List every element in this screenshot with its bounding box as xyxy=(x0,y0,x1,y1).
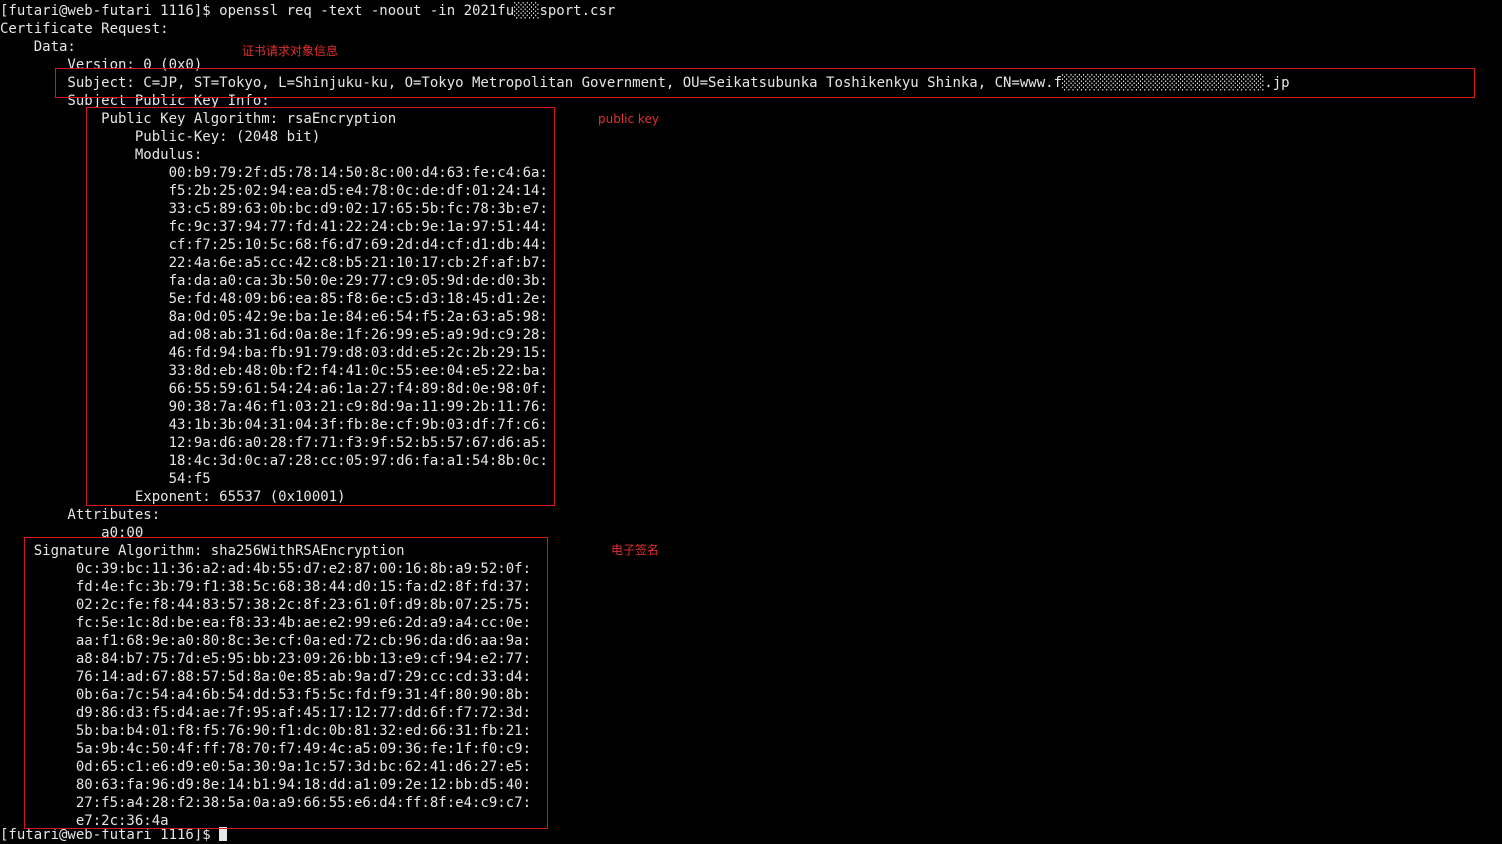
modulus-line: 18:4c:3d:0c:a7:28:cc:05:97:d6:fa:a1:54:8… xyxy=(0,453,548,469)
attributes-label: Attributes: xyxy=(0,507,161,523)
modulus-line: 33:c5:89:63:0b:bc:d9:02:17:65:5b:fc:78:3… xyxy=(0,201,548,217)
modulus-line: 22:4a:6e:a5:cc:42:c8:b5:21:10:17:cb:2f:a… xyxy=(0,255,548,271)
command-prompt-line: [futari@web-futari 1116]$ openssl req -t… xyxy=(0,3,616,19)
signature-line: fd:4e:fc:3b:79:f1:38:5c:68:38:44:d0:15:f… xyxy=(0,579,532,595)
attributes-value: a0:00 xyxy=(0,525,144,541)
terminal-window[interactable]: [futari@web-futari 1116]$ openssl req -t… xyxy=(0,0,1502,843)
subject-line: Subject: C=JP, ST=Tokyo, L=Shinjuku-ku, … xyxy=(0,75,1290,91)
modulus-line: cf:f7:25:10:5c:68:f6:d7:69:2d:d4:cf:d1:d… xyxy=(0,237,548,253)
signature-line: fc:5e:1c:8d:be:ea:f8:33:4b:ae:e2:99:e6:2… xyxy=(0,615,532,631)
final-prompt-line[interactable]: [futari@web-futari 1116]$ xyxy=(0,826,228,844)
pk-algorithm-line: Public Key Algorithm: rsaEncryption xyxy=(0,111,397,127)
signature-line: 5b:ba:b4:01:f8:f5:76:90:f1:dc:0b:81:32:e… xyxy=(0,723,532,739)
exponent-line: Exponent: 65537 (0x10001) xyxy=(0,489,346,505)
modulus-line: 5e:fd:48:09:b6:ea:85:f8:6e:c5:d3:18:45:d… xyxy=(0,291,548,307)
signature-line: 76:14:ad:67:88:57:5d:8a:0e:85:ab:9a:d7:2… xyxy=(0,669,532,685)
signature-algorithm-line: Signature Algorithm: sha256WithRSAEncryp… xyxy=(0,543,405,559)
data-header: Data: xyxy=(0,39,76,55)
signature-line: d9:86:d3:f5:d4:ae:7f:95:af:45:17:12:77:d… xyxy=(0,705,532,721)
modulus-label: Modulus: xyxy=(0,147,203,163)
modulus-line: 43:1b:3b:04:31:04:3f:fb:8e:cf:9b:03:df:7… xyxy=(0,417,548,433)
signature-line: aa:f1:68:9e:a0:80:8c:3e:cf:0a:ed:72:cb:9… xyxy=(0,633,532,649)
signature-line: 02:2c:fe:f8:44:83:57:38:2c:8f:23:61:0f:d… xyxy=(0,597,532,613)
signature-line: a8:84:b7:75:7d:e5:95:bb:23:09:26:bb:13:e… xyxy=(0,651,532,667)
signature-line: 80:63:fa:96:d9:8e:14:b1:94:18:dd:a1:09:2… xyxy=(0,777,532,793)
signature-line: 0d:65:c1:e6:d9:e0:5a:30:9a:1c:57:3d:bc:6… xyxy=(0,759,532,775)
modulus-line: ad:08:ab:31:6d:0a:8e:1f:26:99:e5:a9:9d:c… xyxy=(0,327,548,343)
final-prompt-text: [futari@web-futari 1116]$ xyxy=(0,827,220,843)
signature-line: 0c:39:bc:11:36:a2:ad:4b:55:d7:e2:87:00:1… xyxy=(0,561,532,577)
subject-pk-info-line: Subject Public Key Info: xyxy=(0,93,270,109)
modulus-line: 90:38:7a:46:f1:03:21:c9:8d:9a:11:99:2b:1… xyxy=(0,399,548,415)
modulus-line: 46:fd:94:ba:fb:91:79:d8:03:dd:e5:2c:2b:2… xyxy=(0,345,548,361)
subject-annotation-label: 证书请求对象信息 xyxy=(242,44,339,58)
modulus-line: f5:2b:25:02:94:ea:d5:e4:78:0c:de:df:01:2… xyxy=(0,183,548,199)
signature-line: 27:f5:a4:28:f2:38:5a:0a:a9:66:55:e6:d4:f… xyxy=(0,795,532,811)
public-key-bits-line: Public-Key: (2048 bit) xyxy=(0,129,321,145)
version-line: Version: 0 (0x0) xyxy=(0,57,203,73)
signature-annotation-label: 电子签名 xyxy=(611,543,660,557)
modulus-line: 12:9a:d6:a0:28:f7:71:f3:9f:52:b5:57:67:d… xyxy=(0,435,548,451)
modulus-line: 33:8d:eb:48:0b:f2:f4:41:0c:55:ee:04:e5:2… xyxy=(0,363,548,379)
cert-request-header: Certificate Request: xyxy=(0,21,169,37)
modulus-line: 54:f5 xyxy=(0,471,211,487)
signature-line: 5a:9b:4c:50:4f:ff:78:70:f7:49:4c:a5:09:3… xyxy=(0,741,532,757)
modulus-line: fa:da:a0:ca:3b:50:0e:29:77:c9:05:9d:de:d… xyxy=(0,273,548,289)
modulus-line: 00:b9:79:2f:d5:78:14:50:8c:00:d4:63:fe:c… xyxy=(0,165,548,181)
modulus-line: fc:9c:37:94:77:fd:41:22:24:cb:9e:1a:97:5… xyxy=(0,219,548,235)
modulus-line: 8a:0d:05:42:9e:ba:1e:84:e6:54:f5:2a:63:a… xyxy=(0,309,548,325)
public-key-annotation-label: public key xyxy=(598,112,659,126)
modulus-line: 66:55:59:61:54:24:a6:1a:27:f4:89:8d:0e:9… xyxy=(0,381,548,397)
signature-line: 0b:6a:7c:54:a4:6b:54:dd:53:f5:5c:fd:f9:3… xyxy=(0,687,532,703)
cursor-icon xyxy=(219,827,228,841)
